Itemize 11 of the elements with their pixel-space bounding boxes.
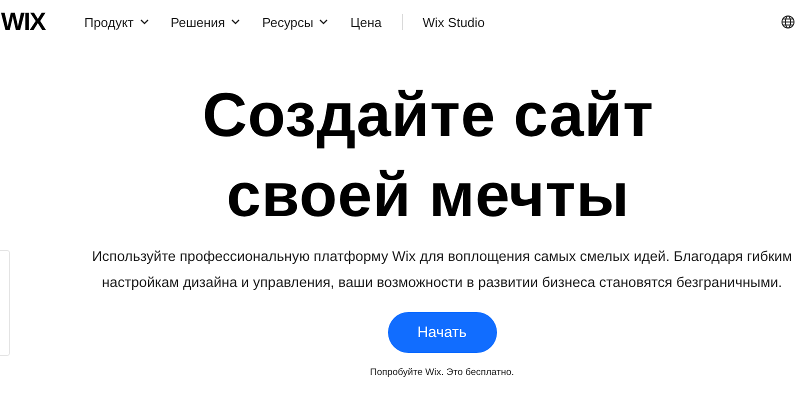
nav-link[interactable]: Wix Studio: [422, 14, 485, 30]
logo[interactable]: WIX: [1, 8, 46, 36]
free-trial-note: Попробуйте Wix. Это бесплатно.: [370, 367, 514, 378]
nav-link[interactable]: Продукт: [84, 14, 149, 30]
nav-link[interactable]: Решения: [170, 14, 240, 30]
nav-link[interactable]: Цена: [350, 14, 382, 30]
description: Используйте профессиональную платформу Wix для воплощения самых смелых идей. Благодаря гибким настройкам дизайна и управления, ваши возможности в развитии бизнеса становятся безграничными.: [92, 248, 792, 293]
headline: Создайте сайт своей мечты: [202, 80, 654, 232]
globe-icon[interactable]: [781, 15, 795, 29]
start-button[interactable]: Начать: [388, 312, 496, 353]
nav-link[interactable]: Ресурсы: [262, 14, 328, 30]
